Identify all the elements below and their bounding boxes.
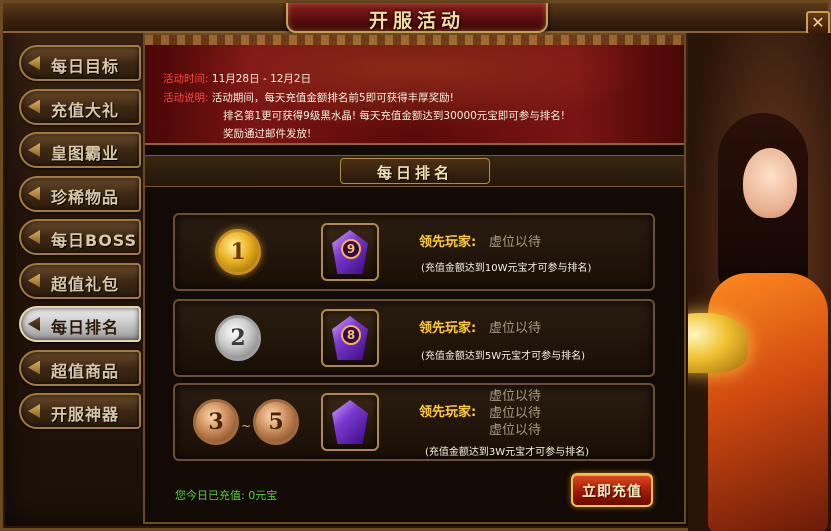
black-crystal-icon bbox=[332, 400, 368, 444]
today-recharge-amount: 您今日已充值: 0元宝 bbox=[175, 489, 278, 502]
rank-requirement: (充值金额达到10W元宝才可参与排名) bbox=[421, 263, 592, 274]
sidebar-item-label: 超值礼包 bbox=[51, 274, 120, 294]
event-time-label: 活动时间: bbox=[163, 73, 209, 85]
window-title: 开服活动 bbox=[368, 10, 465, 32]
reward-item-slot[interactable]: 8 bbox=[321, 309, 379, 367]
rank-row-2: 2 8 领先玩家: 虚位以待 (充值金额达到5W元宝才可参与排名) bbox=[173, 299, 655, 377]
sidebar-item-label: 每日BOSS bbox=[51, 231, 138, 250]
sidebar-item-label: 珍稀物品 bbox=[51, 187, 120, 207]
reward-item-slot[interactable] bbox=[321, 393, 379, 451]
sidebar-item-label: 皇图霸业 bbox=[51, 144, 120, 163]
rank-row-3-5: 3 ~ 5 领先玩家: 虚位以待 虚位以待 虚位以待 (充值金额达到3W元宝才可… bbox=[173, 383, 655, 461]
recharge-button-label: 立即充值 bbox=[582, 484, 642, 500]
range-tilde: ~ bbox=[241, 419, 252, 433]
gem-level-badge: 9 bbox=[341, 239, 361, 259]
event-desc-text-2: 排名第1更可获得9级黑水晶! 每天充值金额达到30000元宝即可参与排名! bbox=[223, 110, 566, 122]
character-dress bbox=[708, 273, 828, 531]
sidebar: 每日目标 充值大礼 皇图霸业 珍稀物品 每日BOSS 超值礼包 每日排名 超值商… bbox=[19, 45, 141, 437]
bronze-medal-icon: 5 bbox=[253, 399, 299, 445]
sidebar-item-value-goods[interactable]: 超值商品 bbox=[19, 349, 141, 386]
gold-medal-icon: 1 bbox=[215, 229, 261, 275]
sidebar-item-label: 每日排名 bbox=[51, 318, 120, 337]
sidebar-item-daily-boss[interactable]: 每日BOSS bbox=[19, 219, 141, 255]
sidebar-item-label: 超值商品 bbox=[51, 361, 120, 381]
leader-value: 虚位以待 bbox=[489, 321, 542, 336]
title-plate: 开服活动 bbox=[286, 3, 548, 33]
sidebar-item-daily-goal[interactable]: 每日目标 bbox=[19, 45, 141, 81]
sidebar-item-label: 每日目标 bbox=[51, 57, 120, 76]
rank-row-1: 1 9 领先玩家: 虚位以待 (充值金额达到10W元宝才可参与排名) bbox=[173, 213, 655, 291]
sidebar-item-label: 充值大礼 bbox=[51, 100, 120, 120]
event-desc-label: 活动说明: bbox=[163, 92, 209, 104]
sidebar-item-rare-items[interactable]: 珍稀物品 bbox=[19, 175, 141, 212]
leader-value: 虚位以待 bbox=[489, 235, 542, 250]
event-desc-line: 活动说明: 活动期间，每天充值金额排名前5即可获得丰厚奖励! bbox=[163, 90, 454, 105]
leader-label: 领先玩家: bbox=[419, 235, 477, 250]
event-time-value: 11月28日 - 12月2日 bbox=[211, 73, 312, 85]
character-portrait bbox=[688, 33, 831, 531]
close-button[interactable]: ✕ bbox=[806, 11, 830, 35]
recharge-now-button[interactable]: 立即充值 bbox=[571, 473, 653, 507]
sidebar-item-empire[interactable]: 皇图霸业 bbox=[19, 132, 141, 168]
silver-medal-icon: 2 bbox=[215, 315, 261, 361]
gem-level-badge: 8 bbox=[341, 325, 361, 345]
sidebar-item-artifact[interactable]: 开服神器 bbox=[19, 393, 141, 429]
sidebar-item-daily-ranking[interactable]: 每日排名 bbox=[19, 306, 141, 342]
character-face bbox=[743, 148, 797, 218]
bronze-medal-icon: 3 bbox=[193, 399, 239, 445]
sidebar-item-recharge-gift[interactable]: 充值大礼 bbox=[19, 88, 141, 125]
section-header: 每日排名 bbox=[145, 155, 684, 187]
event-time-line: 活动时间: 11月28日 - 12月2日 bbox=[163, 71, 311, 86]
sidebar-item-label: 开服神器 bbox=[51, 405, 120, 424]
event-desc-text-3: 奖励通过邮件发放! bbox=[223, 128, 312, 140]
rank-requirement: (充值金额达到3W元宝才可参与排名) bbox=[425, 447, 590, 458]
event-banner: 活动时间: 11月28日 - 12月2日 活动说明: 活动期间，每天充值金额排名… bbox=[145, 35, 684, 145]
section-title-plate: 每日排名 bbox=[340, 158, 490, 184]
leader-value: 虚位以待 bbox=[489, 423, 542, 438]
rank-requirement: (充值金额达到5W元宝才可参与排名) bbox=[421, 351, 586, 362]
sidebar-item-value-pack[interactable]: 超值礼包 bbox=[19, 262, 141, 299]
leader-label: 领先玩家: bbox=[419, 321, 477, 336]
main-panel: 活动时间: 11月28日 - 12月2日 活动说明: 活动期间，每天充值金额排名… bbox=[143, 33, 686, 524]
event-desc-text-1: 活动期间，每天充值金额排名前5即可获得丰厚奖励! bbox=[211, 92, 454, 104]
leader-label: 领先玩家: bbox=[419, 405, 477, 420]
event-window: 开服活动 ✕ 每日目标 充值大礼 皇图霸业 珍稀物品 每日BOSS 超值礼包 每… bbox=[0, 0, 831, 531]
section-title: 每日排名 bbox=[376, 164, 453, 182]
reward-item-slot[interactable]: 9 bbox=[321, 223, 379, 281]
